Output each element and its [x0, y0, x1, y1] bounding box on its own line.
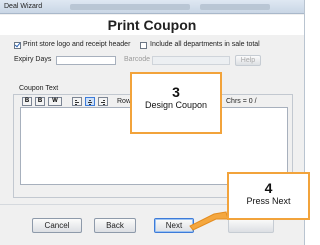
- barcode-label: Barcode: [124, 56, 151, 63]
- print-logo-label: Print store logo and receipt header: [23, 41, 131, 48]
- align-right-button[interactable]: [98, 97, 108, 106]
- finish-button[interactable]: [228, 218, 274, 233]
- next-button[interactable]: Next: [154, 218, 194, 233]
- include-departments-label: Include all departments in sale total: [150, 41, 260, 48]
- align-center-button[interactable]: [85, 97, 95, 106]
- help-button[interactable]: Help: [235, 55, 261, 66]
- italic-button[interactable]: B: [35, 97, 45, 106]
- blurred-title-text: [70, 4, 190, 10]
- page-title: Print Coupon: [0, 15, 304, 35]
- callout-number: 3: [172, 84, 180, 100]
- expiry-days-input[interactable]: [56, 56, 116, 65]
- blurred-title-text-2: [200, 4, 270, 10]
- callout-design-coupon: 3 Design Coupon: [130, 72, 222, 134]
- coupon-text-label: Coupon Text: [19, 85, 59, 92]
- cancel-button[interactable]: Cancel: [32, 218, 82, 233]
- align-left-button[interactable]: [72, 97, 82, 106]
- row-label: Row: [117, 98, 132, 105]
- callout-text: Press Next: [246, 196, 291, 206]
- callout-number: 4: [264, 180, 273, 196]
- barcode-input[interactable]: [152, 56, 230, 65]
- callout-text: Design Coupon: [144, 100, 208, 110]
- window-title: Deal Wizard: [4, 3, 43, 10]
- chars-counter: Chrs = 0 /: [226, 98, 257, 105]
- callout-press-next: 4 Press Next: [227, 172, 310, 220]
- bold-button[interactable]: B: [22, 97, 32, 106]
- include-departments-checkbox[interactable]: [140, 42, 147, 49]
- back-button[interactable]: Back: [94, 218, 136, 233]
- print-logo-checkbox[interactable]: [14, 42, 21, 49]
- expiry-days-label: Expiry Days: [14, 56, 52, 63]
- wide-font-button[interactable]: W: [48, 97, 62, 106]
